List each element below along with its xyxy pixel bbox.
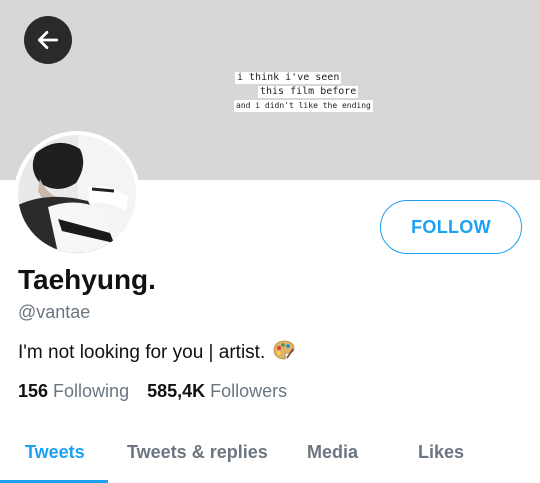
followers-stat[interactable]: 585,4K Followers [147, 381, 287, 402]
followers-count: 585,4K [147, 381, 206, 401]
arrow-left-icon [37, 31, 59, 49]
banner-quote-line: i think i've seen [235, 72, 342, 84]
tab-tweets-replies[interactable]: Tweets & replies [127, 442, 268, 463]
profile-stats: 156 Following 585,4K Followers [18, 381, 305, 402]
avatar-photo [18, 135, 136, 253]
profile-handle: @vantae [18, 302, 91, 322]
following-count: 156 [18, 381, 49, 401]
following-stat[interactable]: 156 Following [18, 381, 129, 402]
artist-palette-icon [273, 340, 295, 366]
profile-tabs: Tweets Tweets & replies Media Likes [0, 424, 540, 483]
banner-quote-line: and i didn't like the ending [234, 100, 373, 112]
tab-likes[interactable]: Likes [418, 442, 464, 463]
follow-button[interactable]: FOLLOW [380, 200, 522, 254]
bio-text: I'm not looking for you | artist. [18, 342, 266, 363]
tab-media[interactable]: Media [307, 442, 358, 463]
followers-label: Followers [210, 381, 288, 401]
avatar[interactable] [14, 131, 140, 257]
tab-tweets[interactable]: Tweets [25, 442, 85, 463]
profile-name: Taehyung. [18, 264, 156, 295]
back-button[interactable] [24, 16, 72, 64]
banner-quote-line: this film before [258, 86, 359, 98]
following-label: Following [53, 381, 130, 401]
profile-bio: I'm not looking for you | artist. [18, 340, 295, 366]
